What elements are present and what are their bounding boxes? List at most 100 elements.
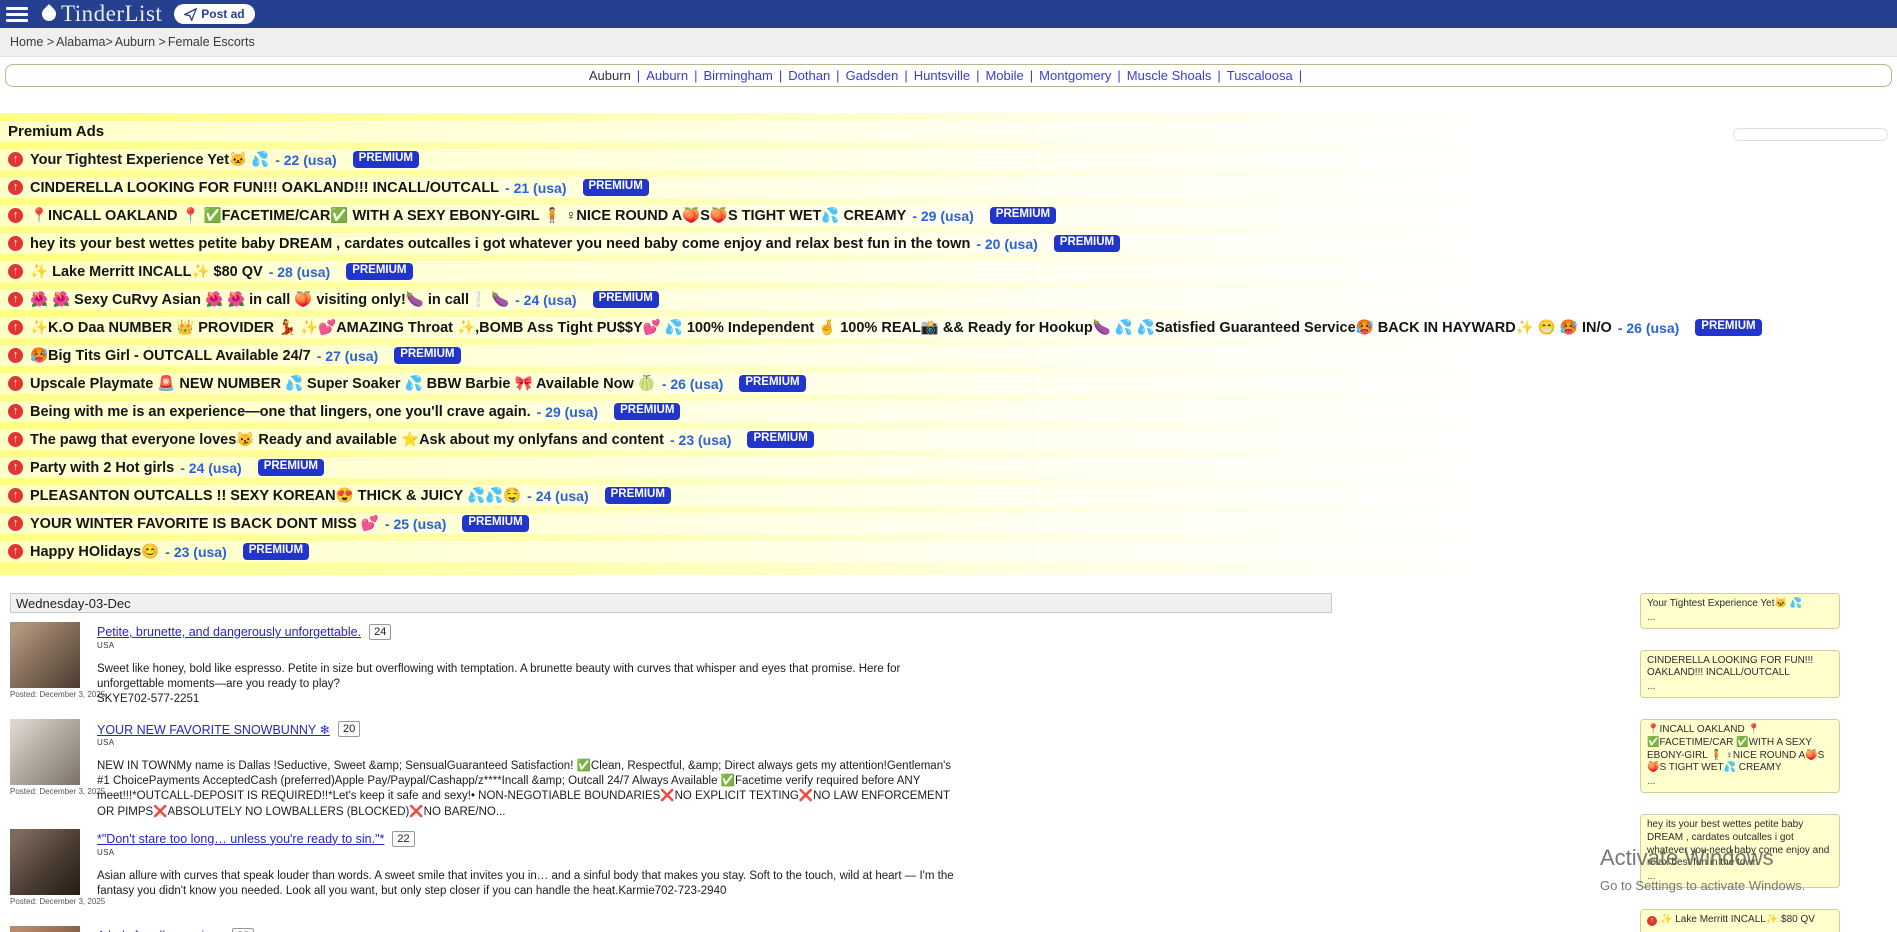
listing-thumbnail[interactable] bbox=[10, 622, 80, 688]
premium-ad-title[interactable]: Party with 2 Hot girls bbox=[30, 460, 174, 476]
listing-posted-date: Posted: December 3, 2025 bbox=[10, 787, 97, 796]
premium-ad-row: ↑ The pawg that everyone loves😼 Ready an… bbox=[0, 429, 1897, 450]
top-navbar: TinderList Post ad bbox=[0, 0, 1897, 28]
listing-age-badge: 20 bbox=[338, 721, 360, 737]
listing-age-badge: 38 bbox=[232, 928, 254, 932]
city-link[interactable]: Huntsville bbox=[914, 68, 970, 83]
premium-ad-title[interactable]: Upscale Playmate 🚨 NEW NUMBER 💦 Super So… bbox=[30, 375, 656, 392]
premium-badge: PREMIUM bbox=[605, 487, 671, 504]
city-link[interactable]: Dothan bbox=[788, 68, 830, 83]
city-link[interactable]: Auburn bbox=[646, 68, 688, 83]
premium-badge: PREMIUM bbox=[990, 207, 1056, 224]
premium-ad-age: - 21 (usa) bbox=[505, 180, 566, 196]
brand-logo[interactable]: TinderList bbox=[42, 1, 162, 27]
listing-thumb-column: Posted: December 3, 2025 bbox=[10, 719, 97, 820]
city-link[interactable]: Muscle Shoals bbox=[1127, 68, 1212, 83]
up-arrow-icon: ↑ bbox=[8, 460, 23, 475]
city-item: Dothan| bbox=[788, 68, 845, 83]
premium-sidebar: Your Tightest Experience Yet🐱 💦 ... CIND… bbox=[1640, 593, 1840, 932]
breadcrumb-link[interactable]: Alabama> bbox=[56, 35, 113, 49]
hamburger-menu-icon[interactable] bbox=[6, 7, 28, 22]
sidebar-premium-ad[interactable]: ↑✨ Lake Merritt INCALL✨ $80 QV ... bbox=[1640, 909, 1840, 932]
sidebar-premium-ad[interactable]: Your Tightest Experience Yet🐱 💦 ... bbox=[1640, 593, 1840, 629]
sidebar-premium-ad[interactable]: CINDERELLA LOOKING FOR FUN!!! OAKLAND!!!… bbox=[1640, 650, 1840, 698]
sidebar-ad-title: hey its your best wettes petite baby DRE… bbox=[1647, 819, 1829, 868]
premium-ad-row: ↑ CINDERELLA LOOKING FOR FUN!!! OAKLAND!… bbox=[0, 177, 1897, 198]
sidebar-premium-ad[interactable]: hey its your best wettes petite baby DRE… bbox=[1640, 814, 1840, 888]
up-arrow-icon: ↑ bbox=[8, 320, 23, 335]
premium-ad-title[interactable]: Happy HOlidays😊 bbox=[30, 543, 159, 560]
city-link[interactable]: Montgomery bbox=[1039, 68, 1111, 83]
city-link[interactable]: Mobile bbox=[985, 68, 1023, 83]
city-separator: | bbox=[1030, 68, 1033, 83]
premium-ad-title[interactable]: ✨K.O Daa NUMBER 👑 PROVIDER 💃 ✨💕AMAZING T… bbox=[30, 319, 1612, 336]
listing-thumbnail[interactable] bbox=[10, 719, 80, 785]
premium-ad-age: - 22 (usa) bbox=[275, 152, 336, 168]
premium-ad-title[interactable]: The pawg that everyone loves😼 Ready and … bbox=[30, 431, 664, 448]
premium-ad-title[interactable]: CINDERELLA LOOKING FOR FUN!!! OAKLAND!!!… bbox=[30, 180, 499, 196]
sidebar-ad-ellipsis: ... bbox=[1647, 871, 1833, 884]
up-arrow-icon: ↑ bbox=[8, 180, 23, 195]
listing-row: Posted: December 3, 2025 YOUR NEW FAVORI… bbox=[10, 719, 1332, 820]
premium-ad-title[interactable]: 🥵Big Tits Girl - OUTCALL Available 24/7 bbox=[30, 347, 311, 364]
city-link[interactable]: Tuscaloosa bbox=[1227, 68, 1293, 83]
up-arrow-icon: ↑ bbox=[8, 348, 23, 363]
premium-ad-age: - 26 (usa) bbox=[662, 376, 723, 392]
listing-title-link[interactable]: YOUR NEW FAVORITE SNOWBUNNY ❄ bbox=[97, 722, 330, 737]
premium-badge: PREMIUM bbox=[593, 291, 659, 308]
listing-thumbnail[interactable] bbox=[10, 829, 80, 895]
city-links-box: Auburn|Auburn|Birmingham|Dothan|Gadsden|… bbox=[5, 64, 1892, 87]
up-arrow-icon: ↑ bbox=[8, 208, 23, 223]
premium-badge: PREMIUM bbox=[462, 515, 528, 532]
up-arrow-icon: ↑ bbox=[8, 488, 23, 503]
listing-posted-date: Posted: December 3, 2025 bbox=[10, 690, 97, 699]
premium-ad-age: - 23 (usa) bbox=[165, 544, 226, 560]
sidebar-ad-ellipsis: ... bbox=[1647, 681, 1833, 694]
premium-ad-title[interactable]: hey its your best wettes petite baby DRE… bbox=[30, 236, 970, 252]
breadcrumb-link[interactable]: Auburn > bbox=[115, 35, 166, 49]
up-arrow-icon: ↑ bbox=[8, 404, 23, 419]
listing-thumb-column: Posted: December 3, 2025 bbox=[10, 829, 97, 917]
listing-title-link[interactable]: Petite, brunette, and dangerously unforg… bbox=[97, 625, 361, 639]
listing-age-badge: 22 bbox=[392, 831, 414, 847]
breadcrumb: Home >Alabama>Auburn >Female Escorts bbox=[0, 28, 1897, 57]
breadcrumb-link[interactable]: Home > bbox=[10, 35, 54, 49]
up-arrow-icon: ↑ bbox=[8, 264, 23, 279]
premium-ad-title[interactable]: ✨ Lake Merritt INCALL✨ $80 QV bbox=[30, 263, 263, 280]
premium-ad-title[interactable]: 📍INCALL OAKLAND 📍 ✅FACETIME/CAR✅ WITH A … bbox=[30, 207, 906, 224]
premium-ad-title[interactable]: YOUR WINTER FAVORITE IS BACK DONT MISS 💕 bbox=[30, 515, 379, 532]
premium-ad-title[interactable]: PLEASANTON OUTCALLS !! SEXY KOREAN😍 THIC… bbox=[30, 487, 521, 504]
listing-title-link[interactable]: *"Don't stare too long… unless you're re… bbox=[97, 832, 384, 846]
sidebar-ad-ellipsis: ... bbox=[1647, 928, 1833, 932]
premium-ad-title[interactable]: Being with me is an experience—one that … bbox=[30, 404, 531, 420]
city-link[interactable]: Auburn bbox=[589, 68, 631, 83]
flame-icon bbox=[39, 4, 59, 24]
up-arrow-icon: ↑ bbox=[8, 236, 23, 251]
premium-badge: PREMIUM bbox=[583, 179, 649, 196]
city-link[interactable]: Birmingham bbox=[704, 68, 773, 83]
up-arrow-icon: ↑ bbox=[8, 152, 23, 167]
premium-ad-title[interactable]: 🌺 🌺 Sexy CuRvy Asian 🌺 🌺 in call 🍑 visit… bbox=[30, 291, 509, 308]
up-arrow-icon: ↑ bbox=[8, 292, 23, 307]
listing-description: Sweet like honey, bold like espresso. Pe… bbox=[97, 662, 967, 708]
premium-ad-title[interactable]: Your Tightest Experience Yet🐱 💦 bbox=[30, 151, 269, 168]
sidebar-premium-ad[interactable]: 📍INCALL OAKLAND 📍 ✅FACETIME/CAR ✅WITH A … bbox=[1640, 719, 1840, 793]
up-arrow-icon: ↑ bbox=[8, 432, 23, 447]
premium-ad-row: ↑ Party with 2 Hot girls - 24 (usa) PREM… bbox=[0, 457, 1897, 478]
premium-ads-section: Premium Ads ↑ Your Tightest Experience Y… bbox=[0, 113, 1897, 575]
city-item: Auburn | bbox=[646, 68, 703, 83]
premium-ad-age: - 24 (usa) bbox=[515, 292, 576, 308]
sidebar-ad-title: ✨ Lake Merritt INCALL✨ $80 QV bbox=[1660, 914, 1815, 925]
city-link[interactable]: Gadsden bbox=[846, 68, 899, 83]
premium-ad-row: ↑ Happy HOlidays😊 - 23 (usa) PREMIUM bbox=[0, 541, 1897, 562]
listing-thumbnail[interactable] bbox=[10, 926, 80, 932]
listing-description: Asian allure with curves that speak loud… bbox=[97, 869, 967, 899]
city-item: Huntsville| bbox=[914, 68, 986, 83]
city-separator: | bbox=[694, 68, 697, 83]
premium-ad-row: ↑ Being with me is an experience—one tha… bbox=[0, 401, 1897, 422]
sidebar-ad-ellipsis: ... bbox=[1647, 612, 1833, 625]
post-ad-button[interactable]: Post ad bbox=[174, 4, 254, 24]
breadcrumb-link[interactable]: Female Escorts bbox=[168, 35, 255, 49]
up-arrow-icon: ↑ bbox=[8, 376, 23, 391]
premium-ad-age: - 24 (usa) bbox=[527, 488, 588, 504]
